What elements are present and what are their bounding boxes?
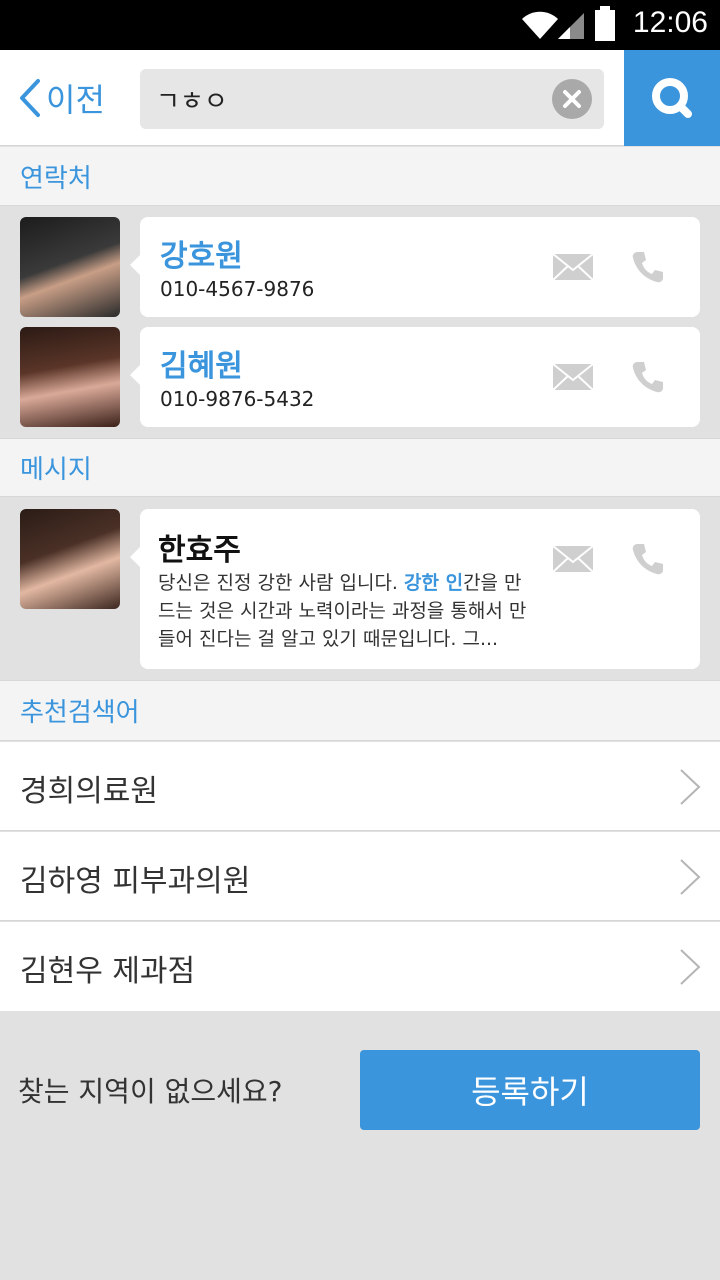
suggestion-label: 김현우 제과점 — [20, 954, 196, 989]
message-text: 당신은 진정 강한 사람 입니다. — [158, 572, 404, 594]
chevron-right-icon — [680, 949, 701, 985]
message-sender: 한효주 — [158, 533, 241, 568]
message-preview: 당신은 진정 강한 사람 입니다. 강한 인간을 만드는 것은 시간과 노력이라… — [158, 569, 538, 653]
mail-icon[interactable] — [552, 545, 594, 573]
missing-area-question: 찾는 지역이 없으세요? — [18, 1075, 283, 1108]
battery-icon — [595, 6, 615, 41]
search-icon — [652, 78, 692, 118]
contact-phone: 010-4567-9876 — [160, 277, 315, 301]
clear-button[interactable] — [552, 79, 592, 119]
search-box — [140, 69, 604, 129]
message-item[interactable]: 한효주 당신은 진정 강한 사람 입니다. 강한 인간을 만드는 것은 시간과 … — [0, 509, 720, 669]
suggestion-item[interactable]: 김현우 제과점 — [0, 922, 720, 1011]
register-button-label: 등록하기 — [471, 1073, 589, 1111]
section-title-suggestions: 추천검색어 — [20, 698, 140, 728]
back-button[interactable]: 이전 — [16, 70, 105, 126]
chevron-right-icon — [680, 769, 701, 805]
contact-card[interactable]: 김혜원 010-9876-5432 — [130, 327, 700, 427]
back-chevron-icon — [20, 79, 40, 117]
top-bar: 이전 — [0, 50, 720, 146]
status-time: 12:06 — [632, 6, 708, 39]
clear-icon — [563, 90, 581, 108]
contact-card[interactable]: 강호원 010-4567-9876 — [130, 217, 700, 317]
section-header-suggestions: 추천검색어 — [0, 680, 720, 741]
status-bar: 12:06 — [0, 0, 720, 50]
mail-icon[interactable] — [552, 253, 594, 281]
section-title-contacts: 연락처 — [20, 163, 92, 194]
message-highlight: 강한 인 — [404, 572, 464, 594]
contact-phone: 010-9876-5432 — [160, 387, 315, 411]
phone-icon[interactable] — [630, 359, 666, 395]
signal-icon — [558, 13, 584, 39]
avatar — [20, 217, 120, 317]
mail-icon[interactable] — [552, 363, 594, 391]
phone-icon[interactable] — [630, 541, 666, 577]
register-button[interactable]: 등록하기 — [360, 1050, 700, 1130]
contact-item[interactable]: 김혜원 010-9876-5432 — [0, 327, 720, 427]
contact-item[interactable]: 강호원 010-4567-9876 — [0, 217, 720, 317]
search-input[interactable] — [156, 69, 546, 129]
back-label: 이전 — [46, 81, 105, 119]
avatar — [20, 509, 120, 609]
section-header-messages: 메시지 — [0, 438, 720, 497]
phone-icon[interactable] — [630, 249, 666, 285]
contact-name: 김혜원 — [160, 349, 243, 384]
message-card[interactable]: 한효주 당신은 진정 강한 사람 입니다. 강한 인간을 만드는 것은 시간과 … — [130, 509, 700, 669]
suggestion-item[interactable]: 경희의료원 — [0, 742, 720, 831]
wifi-icon — [522, 11, 558, 39]
search-button[interactable] — [624, 50, 720, 146]
avatar — [20, 327, 120, 427]
section-title-messages: 메시지 — [20, 455, 92, 485]
suggestion-label: 김하영 피부과의원 — [20, 864, 251, 899]
suggestion-item[interactable]: 김하영 피부과의원 — [0, 832, 720, 921]
chevron-right-icon — [680, 859, 701, 895]
section-header-contacts: 연락처 — [0, 147, 720, 206]
suggestion-label: 경희의료원 — [20, 774, 158, 809]
contact-name: 강호원 — [160, 239, 243, 274]
